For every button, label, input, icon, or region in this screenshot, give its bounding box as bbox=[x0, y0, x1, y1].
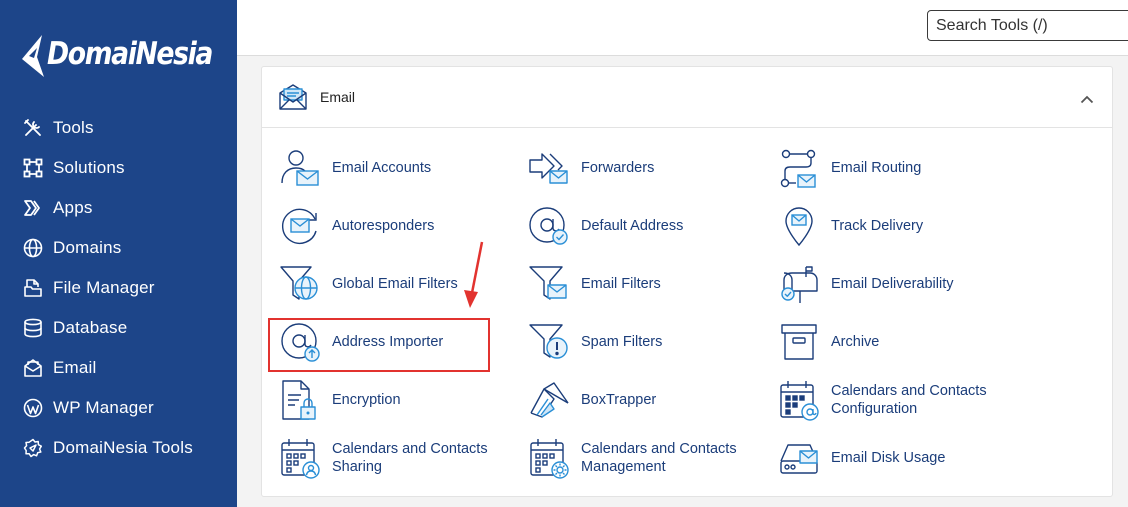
tools-icon bbox=[22, 117, 44, 139]
tool-calendars-contacts-management[interactable]: Calendars and Contacts Management bbox=[527, 436, 737, 480]
tool-label-line2: Sharing bbox=[332, 459, 382, 475]
tool-email-accounts[interactable]: Email Accounts bbox=[278, 148, 431, 188]
wordpress-icon bbox=[22, 397, 44, 419]
email-filters-icon bbox=[527, 262, 571, 306]
sidebar-item-label: File Manager bbox=[53, 278, 155, 297]
track-delivery-icon bbox=[777, 204, 821, 248]
brand-name: DomaiNesia bbox=[47, 36, 213, 72]
logo-mark-icon bbox=[22, 35, 44, 77]
tool-calendars-contacts-configuration[interactable]: Calendars and Contacts Configuration bbox=[777, 378, 987, 422]
email-disk-usage-icon bbox=[777, 436, 821, 480]
tool-label: Calendars and Contacts Management bbox=[581, 440, 737, 476]
tool-label-line2: Management bbox=[581, 459, 666, 475]
tool-label: Email Routing bbox=[831, 160, 922, 176]
tool-label: Calendars and Contacts Sharing bbox=[332, 440, 488, 476]
sidebar-item-file-manager[interactable]: File Manager bbox=[0, 268, 237, 308]
sidebar-item-email[interactable]: Email bbox=[0, 348, 237, 388]
tool-track-delivery[interactable]: Track Delivery bbox=[777, 204, 924, 248]
sidebar-item-label: DomaiNesia Tools bbox=[53, 438, 193, 457]
tool-label-line2: Configuration bbox=[831, 401, 918, 417]
email-panel-header[interactable]: Email bbox=[262, 67, 1112, 128]
tool-label: Autoresponders bbox=[332, 218, 435, 234]
tool-label: Track Delivery bbox=[831, 218, 924, 234]
sidebar-item-label: Database bbox=[53, 318, 128, 337]
tool-label: BoxTrapper bbox=[581, 392, 657, 408]
sidebar-nav: Tools Solutions Apps Domains File Manage… bbox=[0, 108, 237, 468]
tool-email-routing[interactable]: Email Routing bbox=[777, 148, 921, 188]
tool-archive[interactable]: Archive bbox=[777, 322, 879, 362]
email-icon bbox=[22, 357, 44, 379]
apps-icon bbox=[22, 197, 44, 219]
tool-address-importer[interactable]: Address Importer bbox=[278, 322, 443, 362]
calendars-management-icon bbox=[527, 436, 571, 480]
domainesia-tools-icon bbox=[22, 437, 44, 459]
tool-email-deliverability[interactable]: Email Deliverability bbox=[777, 264, 953, 304]
tool-email-filters[interactable]: Email Filters bbox=[527, 264, 661, 304]
tool-global-email-filters[interactable]: Global Email Filters bbox=[278, 264, 458, 304]
panel-title: Email bbox=[320, 89, 356, 105]
sidebar-item-database[interactable]: Database bbox=[0, 308, 237, 348]
sidebar-item-wp-manager[interactable]: WP Manager bbox=[0, 388, 237, 428]
tool-label: Encryption bbox=[332, 392, 401, 408]
tool-label: Archive bbox=[831, 334, 880, 350]
tool-forwarders[interactable]: Forwarders bbox=[527, 148, 654, 188]
archive-icon bbox=[777, 320, 821, 364]
address-importer-icon bbox=[278, 320, 322, 364]
email-panel: Email Email Accounts Forwarders Email Ro… bbox=[261, 66, 1113, 497]
tool-label-line1: Calendars and Contacts bbox=[831, 383, 987, 399]
tool-label: Email Deliverability bbox=[831, 276, 954, 292]
sidebar-item-apps[interactable]: Apps bbox=[0, 188, 237, 228]
tool-calendars-contacts-sharing[interactable]: Calendars and Contacts Sharing bbox=[278, 436, 488, 480]
boxtrapper-icon bbox=[527, 378, 571, 422]
sidebar-item-label: Domains bbox=[53, 238, 122, 257]
tool-label-line1: Calendars and Contacts bbox=[581, 441, 737, 457]
globe-icon bbox=[22, 237, 44, 259]
tool-label: Spam Filters bbox=[581, 334, 663, 350]
calendars-config-icon bbox=[777, 378, 821, 422]
sidebar-item-tools[interactable]: Tools bbox=[0, 108, 237, 148]
tool-autoresponders[interactable]: Autoresponders bbox=[278, 206, 434, 246]
tool-label: Address Importer bbox=[332, 334, 444, 350]
tool-label: Forwarders bbox=[581, 160, 655, 176]
top-bar bbox=[237, 0, 1128, 56]
sidebar-item-domainesia-tools[interactable]: DomaiNesia Tools bbox=[0, 428, 237, 468]
tool-email-disk-usage[interactable]: Email Disk Usage bbox=[777, 438, 945, 478]
autoresponders-icon bbox=[278, 204, 322, 248]
sidebar: DomaiNesia Tools Solutions Apps Domains bbox=[0, 0, 237, 507]
sidebar-item-label: Apps bbox=[53, 198, 93, 217]
tool-spam-filters[interactable]: Spam Filters bbox=[527, 322, 662, 362]
encryption-icon bbox=[278, 378, 322, 422]
search-tools-input[interactable] bbox=[927, 10, 1128, 41]
sidebar-item-solutions[interactable]: Solutions bbox=[0, 148, 237, 188]
chevron-up-icon[interactable] bbox=[1080, 91, 1094, 109]
email-section-icon bbox=[278, 83, 308, 116]
forwarders-icon bbox=[527, 146, 571, 190]
tool-label: Default Address bbox=[581, 218, 684, 234]
database-icon bbox=[22, 317, 44, 339]
sidebar-item-label: Email bbox=[53, 358, 97, 377]
sidebar-item-label: Tools bbox=[53, 118, 94, 137]
tool-default-address[interactable]: Default Address bbox=[527, 206, 683, 246]
tool-encryption[interactable]: Encryption bbox=[278, 380, 401, 420]
tool-label-line1: Calendars and Contacts bbox=[332, 441, 488, 457]
solutions-icon bbox=[22, 157, 44, 179]
calendars-sharing-icon bbox=[278, 436, 322, 480]
tool-label: Email Accounts bbox=[332, 160, 432, 176]
tool-label: Global Email Filters bbox=[332, 276, 458, 292]
email-routing-icon bbox=[777, 146, 821, 190]
tool-label: Calendars and Contacts Configuration bbox=[831, 382, 987, 418]
global-email-filters-icon bbox=[278, 262, 322, 306]
file-manager-icon bbox=[22, 277, 44, 299]
spam-filters-icon bbox=[527, 320, 571, 364]
email-accounts-icon bbox=[278, 146, 322, 190]
sidebar-item-label: WP Manager bbox=[53, 398, 154, 417]
sidebar-item-label: Solutions bbox=[53, 158, 125, 177]
default-address-icon bbox=[527, 204, 571, 248]
tool-boxtrapper[interactable]: BoxTrapper bbox=[527, 380, 656, 420]
tool-label: Email Disk Usage bbox=[831, 450, 946, 466]
sidebar-item-domains[interactable]: Domains bbox=[0, 228, 237, 268]
email-deliverability-icon bbox=[777, 262, 821, 306]
brand-logo[interactable]: DomaiNesia bbox=[20, 28, 239, 80]
tool-label: Email Filters bbox=[581, 276, 661, 292]
